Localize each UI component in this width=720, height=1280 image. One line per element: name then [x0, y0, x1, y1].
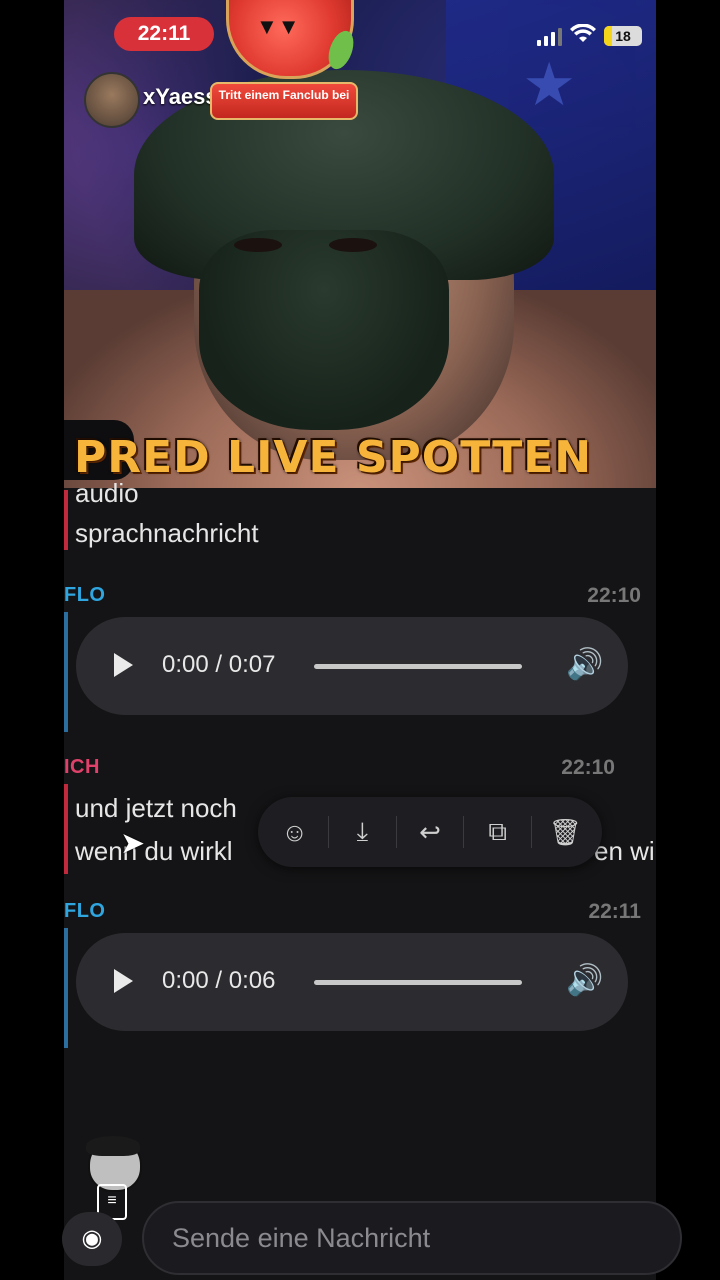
save-icon[interactable]: ⤓ — [342, 816, 382, 848]
audio-progress-track[interactable] — [314, 980, 522, 985]
status-time: 22:11 — [114, 17, 214, 51]
stream-title-overlay: PRED LIVE SPOTTEN — [74, 432, 593, 483]
message-input[interactable]: Sende eine Nachricht — [142, 1201, 682, 1275]
audio-player[interactable]: 0:00 / 0:06 🔊 — [76, 933, 628, 1031]
audio-player[interactable]: 0:00 / 0:07 🔊 — [76, 617, 628, 715]
bitmoji-avatar[interactable] — [76, 1136, 150, 1192]
mouse-cursor-icon: ➤ — [120, 827, 146, 860]
live-stream-video[interactable]: ★ — [64, 0, 656, 488]
signal-icon — [537, 26, 562, 46]
status-icons: 18 — [537, 23, 642, 47]
play-icon[interactable] — [114, 969, 133, 993]
reply-icon[interactable]: ↩ — [410, 817, 450, 848]
fanclub-promo-button[interactable]: Tritt einem Fanclub bei — [210, 82, 358, 120]
emoji-reaction-icon[interactable]: ☺ — [275, 817, 315, 848]
play-icon[interactable] — [114, 653, 133, 677]
chat-text-line: audio — [75, 478, 139, 508]
battery-icon: 18 — [604, 25, 642, 46]
chat-timestamp: 22:10 — [587, 584, 641, 607]
audio-time: 0:00 / 0:06 — [162, 967, 276, 994]
volume-icon[interactable]: 🔊 — [566, 647, 603, 682]
streamer-avatar[interactable] — [84, 72, 140, 128]
chat-text-line: und jetzt noch — [75, 793, 237, 823]
camera-icon[interactable]: ◉ — [62, 1212, 122, 1266]
audio-time: 0:00 / 0:07 — [162, 651, 276, 678]
copy-icon[interactable]: ⧉ — [478, 816, 518, 848]
volume-icon[interactable]: 🔊 — [566, 963, 603, 998]
chat-timestamp: 22:11 — [588, 900, 641, 923]
audio-progress-track[interactable] — [314, 664, 522, 669]
message-context-menu: ☺ ⤓ ↩ ⧉ 🗑 — [258, 797, 602, 867]
chat-text-line-tail: en wi — [594, 836, 655, 866]
chat-sender: ICH — [64, 756, 100, 778]
chat-text-line: sprachnachricht — [75, 518, 259, 548]
chat-text-line: wenn du wirkl — [75, 836, 233, 866]
delete-icon[interactable]: 🗑 — [545, 817, 585, 848]
wifi-icon — [570, 23, 596, 47]
chat-sender: FLO — [64, 900, 106, 922]
sunglasses-icon: ▼▼ — [256, 14, 300, 39]
chat-sender: FLO — [64, 584, 106, 606]
chat-timestamp: 22:10 — [561, 756, 615, 779]
